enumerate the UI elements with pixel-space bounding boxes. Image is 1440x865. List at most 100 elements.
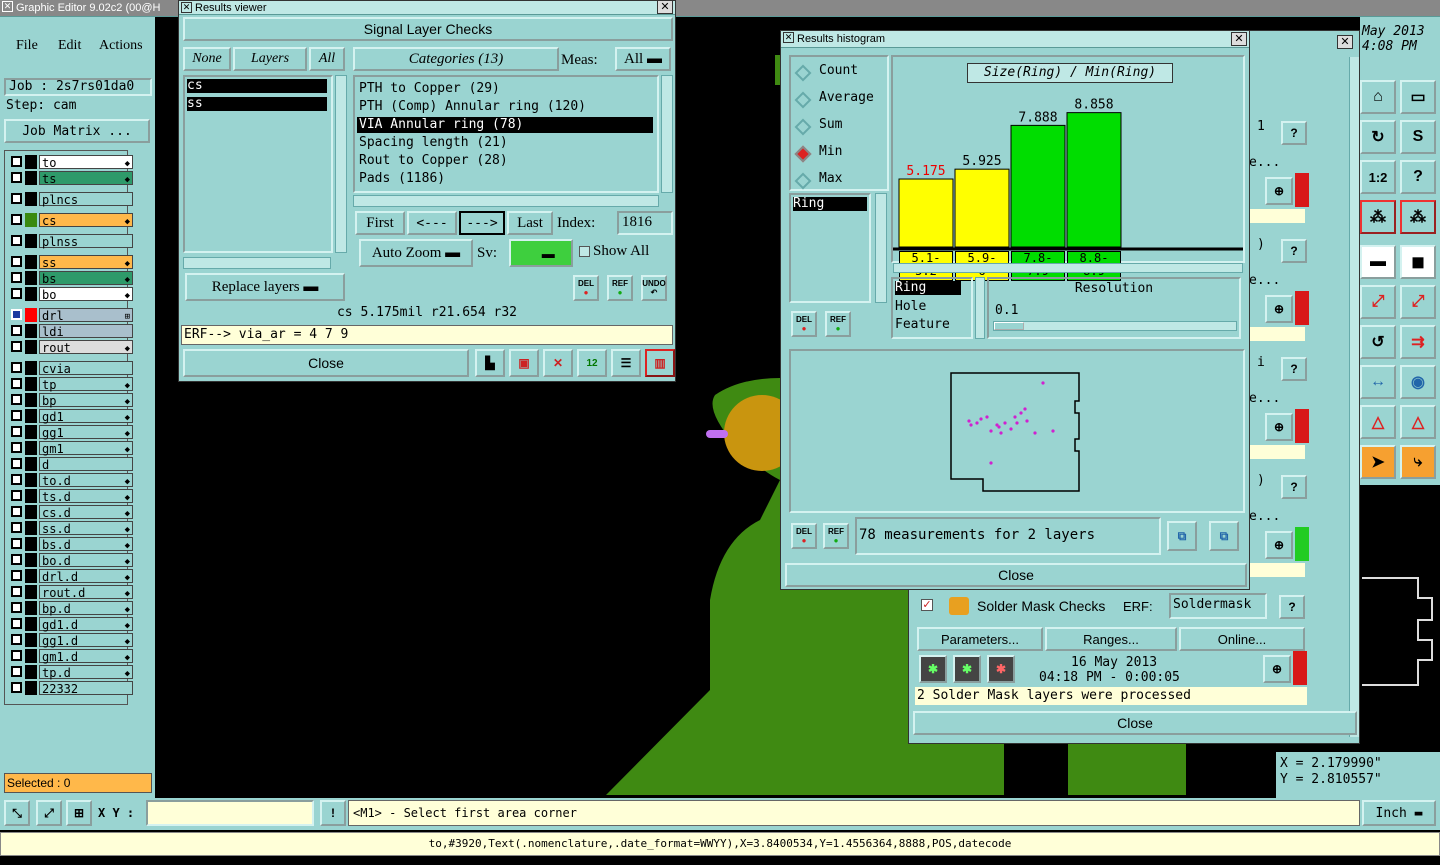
layer-checkbox[interactable] — [11, 458, 22, 469]
layer-row-cs[interactable]: cs ◆ — [7, 213, 133, 228]
layer-name[interactable]: gd1 ◆ — [39, 409, 133, 424]
layer-name[interactable]: ss.d ◆ — [39, 521, 133, 536]
count-icon[interactable]: 12 — [577, 349, 607, 377]
ranges-button[interactable]: Ranges... — [1045, 627, 1177, 651]
layer-color-swatch[interactable] — [25, 340, 37, 354]
close-icon[interactable]: ✕ — [1231, 32, 1247, 46]
window-menu-icon[interactable]: ✕ — [783, 32, 794, 43]
layer-checkbox[interactable] — [11, 602, 22, 613]
select-box-icon[interactable]: ◼ — [1400, 245, 1436, 279]
prev-button[interactable]: <--- — [407, 211, 457, 235]
layer-row-gd1[interactable]: gd1 ◆ — [7, 409, 133, 424]
layer-row-ss[interactable]: ss ◆ — [7, 255, 133, 270]
layer-row-bo[interactable]: bo ◆ — [7, 287, 133, 302]
layer-name[interactable]: gm1 ◆ — [39, 441, 133, 456]
layer-checkbox[interactable] — [11, 618, 22, 629]
histogram-bar[interactable] — [1010, 124, 1066, 248]
zoom-icon[interactable]: ⊕ — [1265, 413, 1293, 441]
route-icon[interactable]: ⤷ — [1400, 445, 1436, 479]
ruler-icon[interactable]: ▬ — [1360, 245, 1396, 279]
job-matrix-button[interactable]: Job Matrix ... — [4, 119, 150, 143]
ref-button[interactable]: REF ● — [607, 275, 633, 301]
layer-checkbox[interactable] — [11, 156, 22, 167]
category-item[interactable]: Rout to Copper (28) — [357, 153, 653, 169]
shapes-icon[interactable]: ◉ — [1400, 365, 1436, 399]
layer-name[interactable]: gd1.d ◆ — [39, 617, 133, 632]
layer-row-gm1-d[interactable]: gm1.d ◆ — [7, 649, 133, 664]
layer-row-gg1-d[interactable]: gg1.d ◆ — [7, 633, 133, 648]
mode-radio-max[interactable] — [794, 172, 812, 190]
menu-edit[interactable]: Edit — [58, 38, 81, 54]
layer-color-swatch[interactable] — [25, 377, 37, 391]
export-icon[interactable]: ⧉ — [1167, 521, 1197, 551]
layer-name[interactable]: bs ◆ — [39, 271, 133, 286]
last-button[interactable]: Last — [507, 211, 553, 235]
category-scrollbar[interactable] — [661, 75, 673, 193]
units-select[interactable]: Inch ▬ — [1362, 800, 1436, 826]
histogram-close-button[interactable]: Close — [785, 563, 1247, 587]
layer-name[interactable]: ss ◆ — [39, 255, 133, 270]
layer-item-ss[interactable]: ss — [187, 97, 327, 111]
import-icon[interactable]: ⧉ — [1209, 521, 1239, 551]
layer-checkbox[interactable] — [11, 506, 22, 517]
layer-name[interactable]: drl ⊞ — [39, 308, 133, 323]
layer-row-ldi[interactable]: ldi — [7, 324, 133, 339]
layer-color-swatch[interactable] — [25, 308, 37, 322]
layer-checkbox[interactable] — [11, 272, 22, 283]
home-icon[interactable]: ⌂ — [1360, 80, 1396, 114]
category-hscroll[interactable] — [353, 195, 659, 207]
layer-color-swatch[interactable] — [25, 457, 37, 471]
zoom-icon[interactable]: ⊕ — [1265, 177, 1293, 205]
remove-icon[interactable]: ✕ — [543, 349, 573, 377]
layer-checkbox[interactable] — [11, 362, 22, 373]
hist-del-button[interactable]: DEL ● — [791, 311, 817, 337]
layer-row-drl-d[interactable]: drl.d ◆ — [7, 569, 133, 584]
all-button[interactable]: All — [309, 47, 345, 71]
mode-radio-sum[interactable] — [794, 118, 812, 136]
layer-name[interactable]: 22332 — [39, 681, 133, 696]
run-selected-icon[interactable]: ✱ — [953, 655, 981, 683]
layer-name[interactable]: rout ◆ — [39, 340, 133, 355]
run-icon[interactable]: ✱ — [919, 655, 947, 683]
layer-checkbox[interactable] — [11, 193, 22, 204]
layer-checkbox[interactable] — [11, 474, 22, 485]
layer-checkbox[interactable] — [11, 442, 22, 453]
help-icon[interactable]: ? — [1281, 239, 1307, 263]
measure-list[interactable]: Ring Hole Feature — [891, 277, 973, 339]
hist-ref-button[interactable]: REF ● — [825, 311, 851, 337]
layer-row-to-d[interactable]: to.d ◆ — [7, 473, 133, 488]
help-icon[interactable]: ? — [1281, 475, 1307, 499]
layer-color-swatch[interactable] — [25, 681, 37, 695]
meas-select[interactable]: All ▬ — [615, 47, 671, 71]
layer-name[interactable]: rout.d ◆ — [39, 585, 133, 600]
layer-color-swatch[interactable] — [25, 425, 37, 439]
layer-color-swatch[interactable] — [25, 649, 37, 663]
layer-row-gm1[interactable]: gm1 ◆ — [7, 441, 133, 456]
layer-row-tp[interactable]: tp ◆ — [7, 377, 133, 392]
snap-icon[interactable]: S — [1400, 120, 1436, 154]
layer-name[interactable]: plnss — [39, 234, 133, 249]
document-icon[interactable]: ☰ — [611, 349, 641, 377]
stop-icon[interactable]: ✱ — [987, 655, 1015, 683]
alert-icon[interactable]: ! — [320, 800, 346, 826]
layer-checkbox[interactable] — [11, 378, 22, 389]
layer-checkbox[interactable] — [11, 235, 22, 246]
layer-color-swatch[interactable] — [25, 393, 37, 407]
layer-checkbox[interactable] — [11, 554, 22, 565]
layer-checkbox[interactable] — [11, 309, 22, 320]
category-item[interactable]: Pads (1186) — [357, 171, 653, 187]
layer-name[interactable]: bs.d ◆ — [39, 537, 133, 552]
layers-button[interactable]: Layers — [233, 47, 307, 71]
histogram-bar[interactable] — [1066, 112, 1122, 248]
layer-name[interactable]: gm1.d ◆ — [39, 649, 133, 664]
layer-checkbox[interactable] — [11, 666, 22, 677]
layer-row-bs[interactable]: bs ◆ — [7, 271, 133, 286]
layer-color-swatch[interactable] — [25, 192, 37, 206]
help-icon[interactable]: ? — [1279, 595, 1305, 619]
layer-row-drl[interactable]: drl ⊞ — [7, 308, 133, 323]
close-icon[interactable]: ✕ — [2, 1, 13, 12]
layer-row-ss-d[interactable]: ss.d ◆ — [7, 521, 133, 536]
layer-row-to[interactable]: to ◆ — [7, 155, 133, 170]
measure-icon[interactable]: ⤢ — [1360, 285, 1396, 319]
layer-color-swatch[interactable] — [25, 537, 37, 551]
